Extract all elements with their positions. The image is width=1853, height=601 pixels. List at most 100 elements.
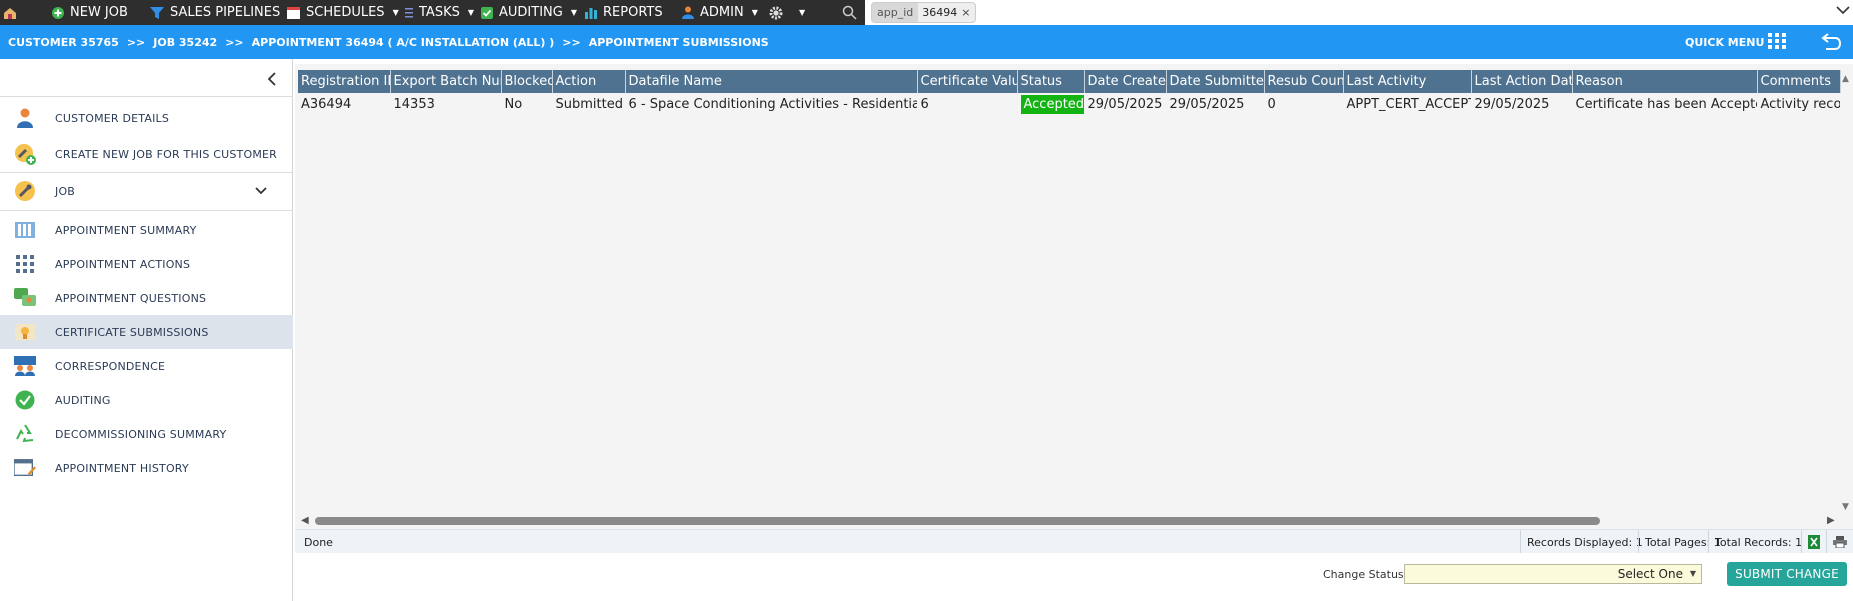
nav-schedules[interactable]: SCHEDULES ▼ xyxy=(287,0,399,25)
person-icon xyxy=(682,6,694,19)
sidebar-item-customer-details[interactable]: CUSTOMER DETAILS xyxy=(0,101,293,135)
scroll-right-icon[interactable]: ▶ xyxy=(1827,515,1835,526)
breadcrumb-bar: CUSTOMER 35765 >> JOB 35242 >> APPOINTME… xyxy=(0,25,1853,59)
funnel-icon xyxy=(150,6,164,19)
sidebar-item-correspondence[interactable]: CORRESPONDENCE xyxy=(0,350,293,382)
chevron-down-icon: ▼ xyxy=(570,8,577,17)
breadcrumb-job[interactable]: JOB 35242 xyxy=(153,36,217,49)
sidebar-item-appointment-history[interactable]: APPOINTMENT HISTORY xyxy=(0,452,293,484)
cell-datafile-name: 6 - Space Conditioning Activities - Resi… xyxy=(625,93,918,115)
divider xyxy=(0,210,293,211)
nav-new-job[interactable]: NEW JOB xyxy=(52,0,128,25)
cell-reason: Certificate has been Accepted xyxy=(1572,93,1758,115)
wrench-icon xyxy=(14,180,36,202)
nav-admin[interactable]: ADMIN ▼ xyxy=(682,0,758,25)
nav-tasks[interactable]: TASKS ▼ xyxy=(405,0,474,25)
column-header-last-activity[interactable]: Last Activity xyxy=(1343,70,1472,93)
sidebar-item-label: JOB xyxy=(55,184,76,198)
chevron-down-icon[interactable] xyxy=(1836,4,1850,18)
sidebar-item-decommissioning-summary[interactable]: DECOMMISSIONING SUMMARY xyxy=(0,418,293,450)
home-icon[interactable] xyxy=(0,0,20,25)
submit-change-button[interactable]: SUBMIT CHANGE xyxy=(1727,562,1847,586)
sidebar-item-label: AUDITING xyxy=(55,393,111,407)
cell-registration-id: A36494 xyxy=(298,93,391,115)
sidebar-item-label: DECOMMISSIONING SUMMARY xyxy=(55,427,227,441)
breadcrumb-customer[interactable]: CUSTOMER 35765 xyxy=(8,36,119,49)
wrench-add-icon xyxy=(14,143,36,165)
cell-last-activity: APPT_CERT_ACCEPT xyxy=(1343,93,1472,115)
sidebar-item-appointment-summary[interactable]: APPOINTMENT SUMMARY xyxy=(0,214,293,246)
status-badge: Accepted xyxy=(1020,94,1083,114)
breadcrumb-separator: >> xyxy=(126,35,146,49)
sidebar-item-appointment-questions[interactable]: APPOINTMENT QUESTIONS xyxy=(0,282,293,314)
nav-sales-pipelines[interactable]: SALES PIPELINES ▼ xyxy=(150,0,294,25)
sidebar-item-label: APPOINTMENT SUMMARY xyxy=(55,223,197,237)
chevron-down-icon: ▼ xyxy=(1689,569,1696,578)
total-records: Total Records: 1 xyxy=(1708,530,1808,554)
chevron-down-icon[interactable] xyxy=(255,185,267,198)
change-status-select[interactable]: Select One ▼ xyxy=(1404,564,1702,584)
quick-menu-button[interactable]: QUICK MENU xyxy=(1685,25,1764,59)
sidebar-item-create-new-job[interactable]: CREATE NEW JOB FOR THIS CUSTOMER xyxy=(0,137,293,171)
check-badge-icon xyxy=(14,389,36,411)
breadcrumb-appointment[interactable]: APPOINTMENT 36494 ( A/C INSTALLATION (AL… xyxy=(252,36,555,49)
column-header-certificate-value[interactable]: Certificate Value xyxy=(917,70,1018,93)
sidebar-item-auditing[interactable]: AUDITING xyxy=(0,384,293,416)
search-bar[interactable] xyxy=(833,0,1853,25)
column-header-datafile-name[interactable]: Datafile Name xyxy=(625,70,918,93)
grid-menu-icon[interactable] xyxy=(1768,33,1786,52)
cell-resub-count: 0 xyxy=(1264,93,1344,115)
list-icon xyxy=(405,7,413,17)
breadcrumb: CUSTOMER 35765 >> JOB 35242 >> APPOINTME… xyxy=(8,25,769,59)
history-icon xyxy=(14,457,36,479)
cell-status: Accepted xyxy=(1017,93,1085,115)
sidebar-item-job[interactable]: JOB xyxy=(0,174,293,208)
print-icon[interactable] xyxy=(1826,530,1853,554)
nav-label: REPORTS xyxy=(603,5,663,20)
scroll-down-icon[interactable]: ▼ xyxy=(1842,502,1849,512)
nav-settings[interactable]: ▼ xyxy=(769,0,805,25)
submissions-table: Registration ID Export Batch Num Blocked… xyxy=(298,70,1841,115)
table-header-row: Registration ID Export Batch Num Blocked… xyxy=(298,70,1841,93)
collapse-sidebar-icon[interactable] xyxy=(262,69,282,89)
nav-label: NEW JOB xyxy=(70,5,128,20)
sidebar-item-appointment-actions[interactable]: APPOINTMENT ACTIONS xyxy=(0,248,293,280)
column-header-blocked[interactable]: Blocked xyxy=(501,70,553,93)
excel-export-icon[interactable] xyxy=(1801,530,1826,554)
nav-auditing[interactable]: AUDITING ▼ xyxy=(481,0,577,25)
column-header-date-submitted[interactable]: Date Submitted xyxy=(1166,70,1265,93)
scrollbar-thumb[interactable] xyxy=(315,517,1600,525)
grid-status-bar: Done Records Displayed: 1 Total Pages: 1… xyxy=(295,529,1853,554)
table-row[interactable]: A36494 14353 No Submitted 6 - Space Cond… xyxy=(298,93,1841,115)
gear-icon xyxy=(769,6,783,19)
records-displayed: Records Displayed: 1 xyxy=(1520,530,1649,554)
scroll-left-icon[interactable]: ◀ xyxy=(301,515,309,526)
search-icon[interactable] xyxy=(833,0,865,25)
correspondence-icon xyxy=(14,355,36,377)
column-header-reason[interactable]: Reason xyxy=(1572,70,1758,93)
cell-date-submitted: 29/05/2025 xyxy=(1166,93,1265,115)
cell-comments: Activity record c xyxy=(1757,93,1841,115)
change-status-footer: Change Status: Select One ▼ SUBMIT CHANG… xyxy=(295,553,1853,601)
column-header-export-batch-num[interactable]: Export Batch Num xyxy=(390,70,502,93)
scroll-up-icon[interactable]: ▲ xyxy=(1842,74,1849,84)
nav-label: AUDITING xyxy=(499,5,563,20)
nav-reports[interactable]: REPORTS xyxy=(585,0,663,25)
sidebar-item-label: CERTIFICATE SUBMISSIONS xyxy=(55,325,209,339)
cell-blocked: No xyxy=(501,93,553,115)
column-header-action[interactable]: Action xyxy=(552,70,626,93)
plus-circle-icon xyxy=(52,6,64,19)
column-header-last-action-date[interactable]: Last Action Date xyxy=(1471,70,1573,93)
column-header-registration-id[interactable]: Registration ID xyxy=(298,70,391,93)
horizontal-scrollbar[interactable]: ◀ ▶ xyxy=(295,513,1853,529)
sidebar-item-certificate-submissions[interactable]: CERTIFICATE SUBMISSIONS xyxy=(0,315,293,349)
close-icon[interactable]: × xyxy=(961,6,975,19)
back-arrow-icon[interactable] xyxy=(1820,31,1842,54)
search-tag-key: app_id xyxy=(872,3,919,22)
column-header-comments[interactable]: Comments xyxy=(1757,70,1841,93)
column-header-resub-count[interactable]: Resub Count xyxy=(1264,70,1344,93)
search-filter-tag[interactable]: app_id 36494 × xyxy=(871,2,977,23)
bar-chart-icon xyxy=(585,7,597,19)
column-header-date-created[interactable]: Date Created xyxy=(1084,70,1167,93)
column-header-status[interactable]: Status xyxy=(1017,70,1085,93)
